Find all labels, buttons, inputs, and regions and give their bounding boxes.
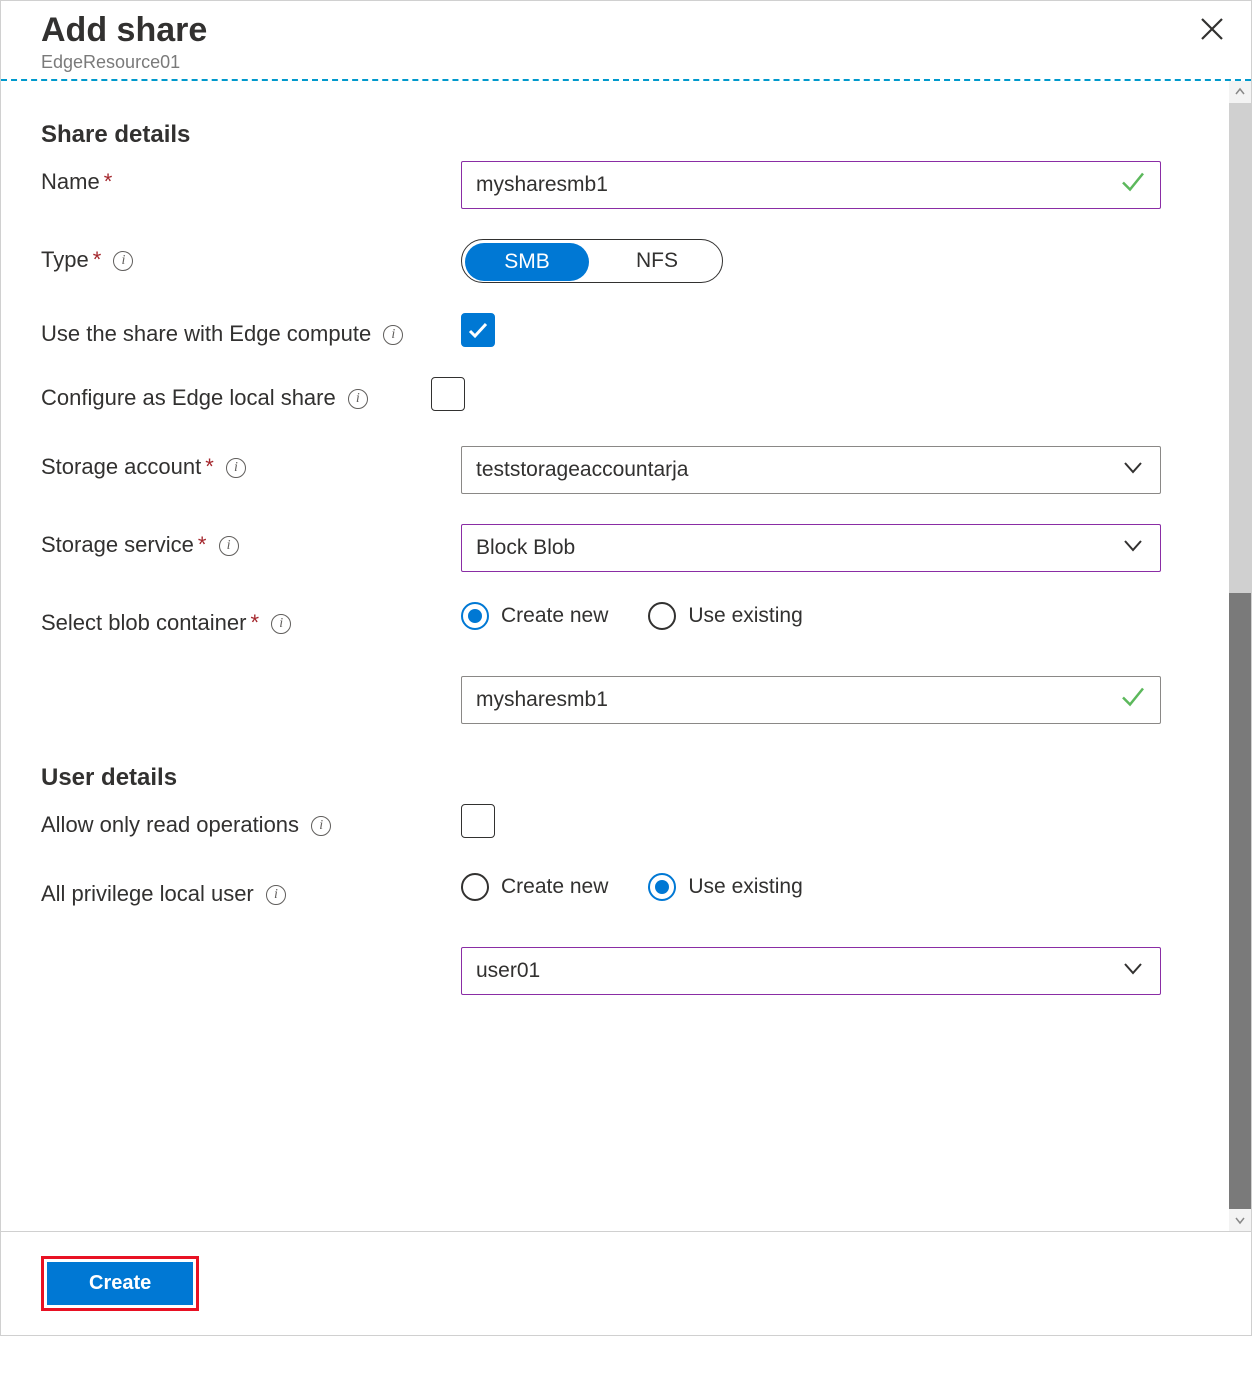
local-user-radio-group: Create new Use existing <box>461 873 1161 901</box>
info-icon[interactable]: i <box>271 614 291 634</box>
type-label: Type* i <box>41 239 461 273</box>
storage-account-label: Storage account* i <box>41 446 461 480</box>
close-icon[interactable] <box>1199 15 1225 47</box>
required-asterisk: * <box>205 454 214 479</box>
name-label: Name* <box>41 161 461 195</box>
panel-footer: Create <box>1 1231 1251 1335</box>
read-only-label: Allow only read operations i <box>41 804 461 838</box>
info-icon[interactable]: i <box>219 536 239 556</box>
info-icon[interactable]: i <box>226 458 246 478</box>
required-asterisk: * <box>104 169 113 194</box>
edge-compute-label: Use the share with Edge compute i <box>41 313 461 347</box>
local-user-dropdown[interactable]: user01 <box>461 947 1161 995</box>
storage-service-label: Storage service* i <box>41 524 461 558</box>
share-details-heading: Share details <box>41 121 1191 149</box>
radio-label: Create new <box>501 604 608 628</box>
check-icon <box>1119 683 1147 718</box>
user-details-heading: User details <box>41 764 1191 792</box>
create-button-highlight: Create <box>41 1256 199 1311</box>
blob-container-label: Select blob container* i <box>41 602 461 636</box>
required-asterisk: * <box>198 532 207 557</box>
resource-name: EdgeResource01 <box>41 52 1211 73</box>
local-user-label: All privilege local user i <box>41 873 461 907</box>
scrollbar-track-upper[interactable] <box>1229 103 1251 593</box>
local-user-use-existing[interactable]: Use existing <box>648 873 802 901</box>
storage-account-value: teststorageaccountarja <box>476 458 688 482</box>
type-option-nfs[interactable]: NFS <box>592 240 722 282</box>
read-only-checkbox[interactable] <box>461 804 495 838</box>
radio-label: Use existing <box>688 875 802 899</box>
scroll-down-icon[interactable] <box>1229 1209 1251 1231</box>
form-content: Share details Name* Ty <box>1 81 1231 1045</box>
radio-label: Create new <box>501 875 608 899</box>
info-icon[interactable]: i <box>266 885 286 905</box>
scrollbar-thumb[interactable] <box>1229 593 1251 1209</box>
radio-label: Use existing <box>688 604 802 628</box>
edge-local-checkbox[interactable] <box>431 377 465 411</box>
required-asterisk: * <box>93 247 102 272</box>
local-user-value: user01 <box>476 959 540 983</box>
local-user-create-new[interactable]: Create new <box>461 873 608 901</box>
chevron-down-icon <box>1122 534 1144 562</box>
info-icon[interactable]: i <box>311 816 331 836</box>
edge-local-label: Configure as Edge local share i <box>41 377 461 411</box>
add-share-panel: Add share EdgeResource01 Share details N… <box>0 0 1252 1336</box>
blob-container-name-input[interactable] <box>461 676 1161 724</box>
blob-container-use-existing[interactable]: Use existing <box>648 602 802 630</box>
info-icon[interactable]: i <box>383 325 403 345</box>
blob-container-radio-group: Create new Use existing <box>461 602 1161 630</box>
info-icon[interactable]: i <box>113 251 133 271</box>
panel-header: Add share EdgeResource01 <box>1 1 1251 81</box>
create-button[interactable]: Create <box>47 1262 193 1305</box>
edge-compute-checkbox[interactable] <box>461 313 495 347</box>
required-asterisk: * <box>250 610 259 635</box>
info-icon[interactable]: i <box>348 389 368 409</box>
panel-title: Add share <box>41 11 1211 50</box>
name-input[interactable] <box>461 161 1161 209</box>
scrollbar[interactable] <box>1229 81 1251 1231</box>
blob-container-create-new[interactable]: Create new <box>461 602 608 630</box>
storage-service-value: Block Blob <box>476 536 575 560</box>
chevron-down-icon <box>1122 456 1144 484</box>
type-toggle[interactable]: SMB NFS <box>461 239 723 283</box>
storage-account-dropdown[interactable]: teststorageaccountarja <box>461 446 1161 494</box>
scroll-up-icon[interactable] <box>1229 81 1251 103</box>
check-icon <box>1119 168 1147 203</box>
chevron-down-icon <box>1122 957 1144 985</box>
storage-service-dropdown[interactable]: Block Blob <box>461 524 1161 572</box>
type-option-smb[interactable]: SMB <box>465 243 589 281</box>
